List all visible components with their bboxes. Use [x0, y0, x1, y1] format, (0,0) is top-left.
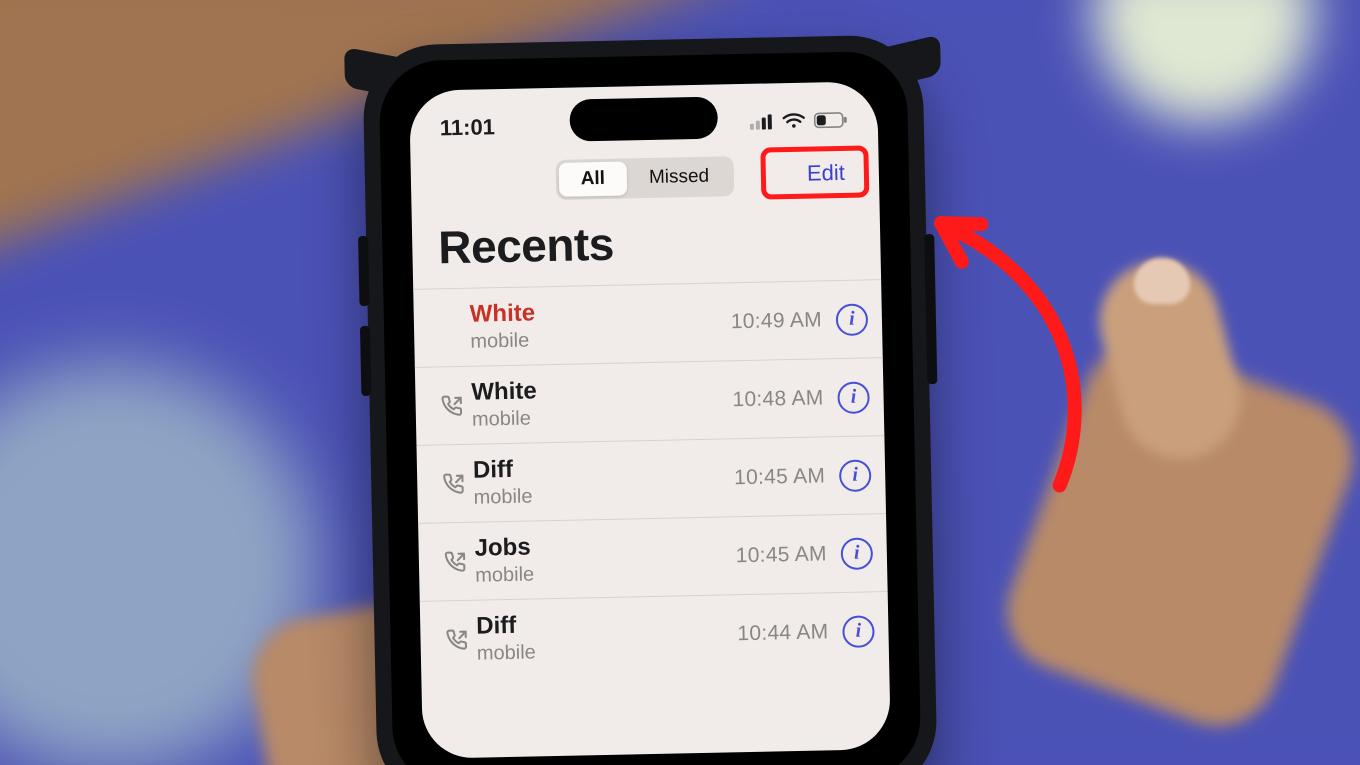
outgoing-call-icon [442, 628, 472, 651]
phone-bezel: 11:01 All Missed [378, 51, 921, 765]
call-row[interactable]: Diffmobile10:44 AM i [420, 591, 890, 679]
caller-label: mobile [477, 637, 734, 665]
call-time: 10:45 AM [734, 464, 826, 490]
filter-segmented-control[interactable]: All Missed [555, 156, 734, 200]
caller-label: mobile [472, 403, 729, 431]
caller-name: Jobs [474, 529, 731, 562]
cellular-icon [750, 113, 774, 129]
info-icon[interactable]: i [841, 537, 874, 570]
call-time: 10:48 AM [732, 386, 824, 412]
outgoing-call-icon [437, 394, 467, 417]
page-title: Recents [412, 201, 882, 289]
call-row[interactable]: Diffmobile10:45 AM i [416, 435, 886, 523]
outgoing-call-icon [439, 472, 469, 495]
call-time: 10:45 AM [735, 542, 827, 568]
caller-name: White [469, 295, 726, 328]
nav-bar: All Missed Edit [410, 145, 879, 211]
info-icon[interactable]: i [836, 303, 869, 336]
call-row[interactable]: Jobsmobile10:45 AM i [418, 513, 888, 601]
edit-button[interactable]: Edit [795, 154, 858, 193]
caller-label: mobile [473, 481, 730, 509]
caller-label: mobile [470, 325, 727, 353]
caller-name: Diff [476, 607, 733, 640]
caller-label: mobile [475, 559, 732, 587]
wifi-icon [782, 113, 806, 129]
caller-name: White [471, 373, 728, 406]
call-row[interactable]: Whitemobile10:49 AM i [413, 279, 883, 367]
screen: 11:01 All Missed [409, 81, 891, 759]
outgoing-call-icon [441, 550, 471, 573]
outgoing-call-icon [436, 327, 466, 328]
volume-down-button [360, 326, 371, 396]
call-time: 10:44 AM [737, 620, 829, 646]
thumbnail [1134, 258, 1190, 304]
recents-list[interactable]: Whitemobile10:49 AMiWhitemobile10:48 AMi… [413, 279, 889, 679]
segment-all[interactable]: All [558, 161, 627, 196]
call-row[interactable]: Whitemobile10:48 AM i [415, 357, 885, 445]
status-time: 11:01 [440, 114, 496, 141]
dynamic-island [569, 97, 718, 142]
battery-icon [814, 112, 848, 129]
segment-missed[interactable]: Missed [627, 159, 732, 195]
info-icon[interactable]: i [837, 381, 870, 414]
info-icon[interactable]: i [839, 459, 872, 492]
caller-name: Diff [473, 451, 730, 484]
call-time: 10:49 AM [731, 308, 823, 334]
volume-up-button [358, 236, 369, 306]
iphone: 11:01 All Missed [362, 34, 938, 765]
info-icon[interactable]: i [842, 615, 875, 648]
